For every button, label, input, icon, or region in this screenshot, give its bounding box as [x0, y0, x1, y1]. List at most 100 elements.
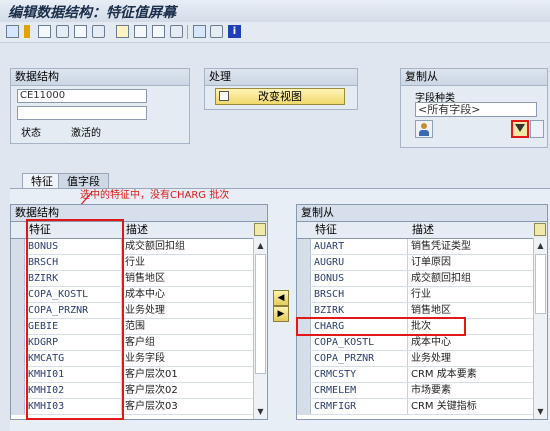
row-selector[interactable]: [297, 335, 311, 350]
row-selector[interactable]: [11, 335, 25, 350]
change-view-label: 改变视图: [258, 90, 302, 103]
row-selector[interactable]: [297, 303, 311, 318]
row-selector[interactable]: [297, 255, 311, 270]
list-icon[interactable]: [116, 25, 129, 38]
scroll-up-icon[interactable]: ▲: [535, 240, 546, 251]
info-icon[interactable]: i: [228, 25, 241, 38]
move-left-button[interactable]: ◀: [273, 290, 289, 306]
table-row[interactable]: BONUS 成交额回扣组: [297, 271, 533, 287]
row-selector[interactable]: [11, 303, 25, 318]
scroll-down-icon[interactable]: ▼: [535, 406, 546, 417]
table-row[interactable]: CRMELEM 市场要素: [297, 383, 533, 399]
print-icon[interactable]: [74, 25, 87, 38]
table-row[interactable]: CRMCSTY CRM 成本要素: [297, 367, 533, 383]
person-icon[interactable]: [415, 120, 433, 138]
left-table-scrollbar[interactable]: ▲ ▼: [253, 238, 267, 419]
table-row[interactable]: KMHI02 客户层次02: [11, 383, 253, 399]
description-cell: 行业: [125, 257, 145, 268]
left-table-settings-icon[interactable]: [254, 223, 266, 236]
characteristic-cell: KMHI01: [26, 367, 122, 382]
description-cell: 范围: [125, 321, 145, 332]
copy-icon[interactable]: [152, 25, 165, 38]
description-cell: 成本中心: [125, 289, 165, 300]
processing-group-title: 处理: [205, 69, 357, 86]
row-selector[interactable]: [11, 399, 25, 414]
back-icon[interactable]: [24, 25, 30, 38]
description-cell: 成本中心: [411, 337, 451, 348]
data-structure-group: 数据结构 CE11000 状态 激活的: [10, 68, 190, 144]
row-selector[interactable]: [11, 255, 25, 270]
table-row[interactable]: CRMFIGR CRM 关键指标: [297, 399, 533, 415]
table-row[interactable]: AUGRU 订单原因: [297, 255, 533, 271]
row-selector[interactable]: [297, 239, 311, 254]
characteristic-cell: CRMELEM: [312, 383, 408, 398]
row-selector[interactable]: [297, 351, 311, 366]
export-icon[interactable]: [92, 25, 105, 38]
left-scroll-thumb[interactable]: [255, 254, 266, 374]
find-icon[interactable]: [193, 25, 206, 38]
save-icon[interactable]: [6, 25, 19, 38]
paste-icon[interactable]: [170, 25, 183, 38]
table-row[interactable]: COPA_PRZNR 业务处理: [11, 303, 253, 319]
copy-from-group: 复制从 字段种类 <所有字段>: [400, 68, 548, 148]
move-right-button[interactable]: ▶: [273, 306, 289, 322]
grid-icon[interactable]: [56, 25, 69, 38]
table-row[interactable]: GEBIE 范围: [11, 319, 253, 335]
left-col-description[interactable]: 描述: [123, 222, 148, 238]
table-row[interactable]: COPA_PRZNR 业务处理: [297, 351, 533, 367]
characteristic-cell: BRSCH: [26, 255, 122, 270]
table-row[interactable]: KDGRP 客户组: [11, 335, 253, 351]
row-selector[interactable]: [297, 399, 311, 414]
row-selector[interactable]: [11, 367, 25, 382]
row-selector[interactable]: [297, 383, 311, 398]
row-selector[interactable]: [297, 287, 311, 302]
toolbar-separator: [187, 25, 188, 39]
row-selector[interactable]: [11, 351, 25, 366]
right-table-settings-icon[interactable]: [534, 223, 546, 236]
tab-characteristics[interactable]: 特征: [22, 173, 62, 189]
row-selector[interactable]: [11, 383, 25, 398]
row-selector[interactable]: [11, 287, 25, 302]
table-row[interactable]: KMCATG 业务字段: [11, 351, 253, 367]
scroll-up-icon[interactable]: ▲: [255, 240, 266, 251]
right-scroll-thumb[interactable]: [535, 254, 546, 314]
right-col-characteristic[interactable]: 特征: [312, 222, 337, 238]
description-cell: 销售地区: [125, 273, 165, 284]
status-label: 状态: [21, 128, 41, 139]
table-row[interactable]: BZIRK 销售地区: [11, 271, 253, 287]
data-structure-description-field[interactable]: [17, 106, 147, 120]
field-type-select[interactable]: <所有字段>: [415, 102, 537, 117]
table-row[interactable]: BRSCH 行业: [297, 287, 533, 303]
filter-options-icon[interactable]: [530, 120, 544, 138]
table-row[interactable]: KMHI03 客户层次03: [11, 399, 253, 415]
row-selector[interactable]: [11, 271, 25, 286]
table-row[interactable]: CHARG 批次: [297, 319, 533, 335]
table-row[interactable]: BONUS 成交额回扣组: [11, 239, 253, 255]
description-cell: 客户层次02: [125, 385, 178, 396]
table-row[interactable]: COPA_KOSTL 成本中心: [297, 335, 533, 351]
filter-icon[interactable]: [511, 120, 529, 138]
cut-icon[interactable]: [134, 25, 147, 38]
table-row[interactable]: KMHI01 客户层次01: [11, 367, 253, 383]
table-row[interactable]: AUART 销售凭证类型: [297, 239, 533, 255]
right-col-description[interactable]: 描述: [409, 222, 434, 238]
view-icon: [219, 91, 229, 101]
row-selector[interactable]: [297, 271, 311, 286]
right-table-scrollbar[interactable]: ▲ ▼: [533, 238, 547, 419]
refresh-icon[interactable]: [210, 25, 223, 38]
table-row[interactable]: BRSCH 行业: [11, 255, 253, 271]
hierarchy-icon[interactable]: [38, 25, 51, 38]
left-col-characteristic[interactable]: 特征: [26, 222, 51, 238]
row-selector[interactable]: [297, 367, 311, 382]
application-toolbar: i: [0, 22, 550, 43]
change-view-button[interactable]: 改变视图: [215, 88, 345, 105]
scroll-down-icon[interactable]: ▼: [255, 406, 266, 417]
characteristic-cell: KMHI03: [26, 399, 122, 414]
row-selector[interactable]: [11, 319, 25, 334]
row-selector[interactable]: [11, 239, 25, 254]
table-row[interactable]: BZIRK 销售地区: [297, 303, 533, 319]
table-row[interactable]: COPA_KOSTL 成本中心: [11, 287, 253, 303]
data-structure-name-field[interactable]: CE11000: [17, 89, 147, 103]
left-table-header: 特征 描述: [11, 222, 267, 239]
row-selector[interactable]: [297, 319, 311, 334]
